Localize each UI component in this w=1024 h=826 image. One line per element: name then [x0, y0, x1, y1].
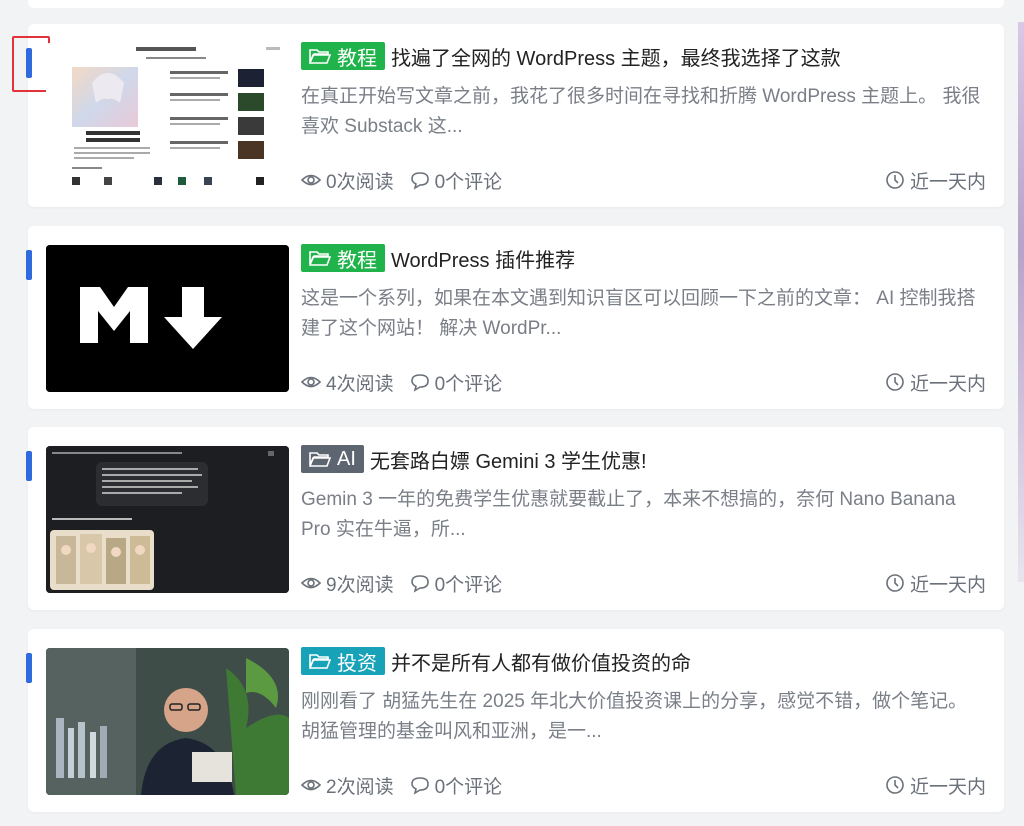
comment-count[interactable]: 0个评论 — [435, 570, 503, 597]
accent-bar — [26, 250, 32, 280]
post-excerpt: Gemin 3 一年的免费学生优惠就要截止了，本来不想搞的，奈何 Nano Ba… — [301, 489, 956, 540]
view-count: 9次阅读 — [326, 574, 394, 596]
view-count: 4次阅读 — [326, 373, 394, 395]
clock-icon — [886, 373, 904, 391]
category-tag[interactable]: AI — [301, 445, 364, 473]
post-card[interactable]: 投资 并不是所有人都有做价值投资的命 刚刚看了 胡猛先生在 2025 年北大价值… — [26, 629, 1004, 812]
category-tag[interactable]: 教程 — [301, 42, 385, 70]
view-count: 2次阅读 — [326, 776, 394, 798]
post-time: 近一天内 — [909, 574, 986, 596]
clock-icon — [886, 171, 904, 189]
folder-open-icon — [309, 251, 331, 266]
post-thumbnail[interactable] — [46, 446, 289, 593]
previous-card-edge — [28, 0, 1004, 8]
accent-bar — [26, 451, 32, 481]
post-meta: 4次阅读 0个评论 近一天内 — [301, 369, 986, 395]
post-thumbnail[interactable] — [46, 43, 289, 190]
post-meta: 2次阅读 0个评论 近一天内 — [301, 772, 986, 798]
category-label: 教程 — [337, 249, 377, 272]
post-title[interactable]: 无套路白嫖 Gemini 3 学生优惠! — [370, 445, 647, 474]
post-time: 近一天内 — [909, 171, 986, 193]
comment-count[interactable]: 0个评论 — [435, 772, 503, 799]
comment-icon — [410, 777, 429, 795]
post-thumbnail[interactable] — [46, 648, 289, 795]
post-title[interactable]: 找遍了全网的 WordPress 主题，最终我选择了这款 — [391, 42, 841, 71]
eye-icon — [301, 174, 321, 186]
category-label: AI — [337, 447, 356, 470]
post-card[interactable]: 教程 WordPress 插件推荐 这是一个系列，如果在本文遇到知识盲区可以回顾… — [26, 226, 1004, 409]
view-count: 0次阅读 — [326, 171, 394, 193]
theme-screenshot-icon — [46, 43, 289, 190]
sidebar-edge — [1018, 22, 1024, 582]
category-label: 教程 — [337, 47, 377, 70]
highlight-box — [12, 36, 50, 92]
comment-icon — [410, 172, 429, 190]
post-meta: 9次阅读 0个评论 近一天内 — [301, 570, 986, 596]
clock-icon — [886, 574, 904, 592]
folder-open-icon — [309, 452, 331, 467]
post-time: 近一天内 — [909, 373, 986, 395]
clock-icon — [886, 776, 904, 794]
eye-icon — [301, 779, 321, 791]
post-excerpt: 刚刚看了 胡猛先生在 2025 年北大价值投资课上的分享，感觉不错，做个笔记。 … — [301, 691, 968, 742]
post-thumbnail[interactable] — [46, 245, 289, 392]
eye-icon — [301, 577, 321, 589]
post-excerpt: 这是一个系列，如果在本文遇到知识盲区可以回顾一下之前的文章： AI 控制我搭建了… — [301, 288, 976, 339]
category-tag[interactable]: 教程 — [301, 244, 385, 272]
post-title[interactable]: 并不是所有人都有做价值投资的命 — [391, 647, 691, 676]
comment-icon — [410, 374, 429, 392]
gemini-chat-screenshot-icon — [46, 446, 289, 593]
post-title[interactable]: WordPress 插件推荐 — [391, 244, 575, 273]
post-excerpt: 在真正开始写文章之前，我花了很多时间在寻找和折腾 WordPress 主题上。 … — [301, 86, 981, 137]
portrait-photo-icon — [46, 648, 289, 795]
folder-open-icon — [309, 654, 331, 669]
post-card[interactable]: 教程 找遍了全网的 WordPress 主题，最终我选择了这款 在真正开始写文章… — [12, 24, 1004, 207]
category-tag[interactable]: 投资 — [301, 647, 385, 675]
category-label: 投资 — [337, 652, 377, 675]
comment-count[interactable]: 0个评论 — [435, 167, 503, 194]
comment-icon — [410, 575, 429, 593]
folder-open-icon — [309, 49, 331, 64]
comment-count[interactable]: 0个评论 — [435, 369, 503, 396]
post-meta: 0次阅读 0个评论 近一天内 — [301, 167, 986, 193]
eye-icon — [301, 376, 321, 388]
post-time: 近一天内 — [909, 776, 986, 798]
markdown-logo-icon — [46, 245, 289, 392]
post-card[interactable]: AI 无套路白嫖 Gemini 3 学生优惠! Gemin 3 一年的免费学生优… — [26, 427, 1004, 610]
accent-bar — [26, 653, 32, 683]
